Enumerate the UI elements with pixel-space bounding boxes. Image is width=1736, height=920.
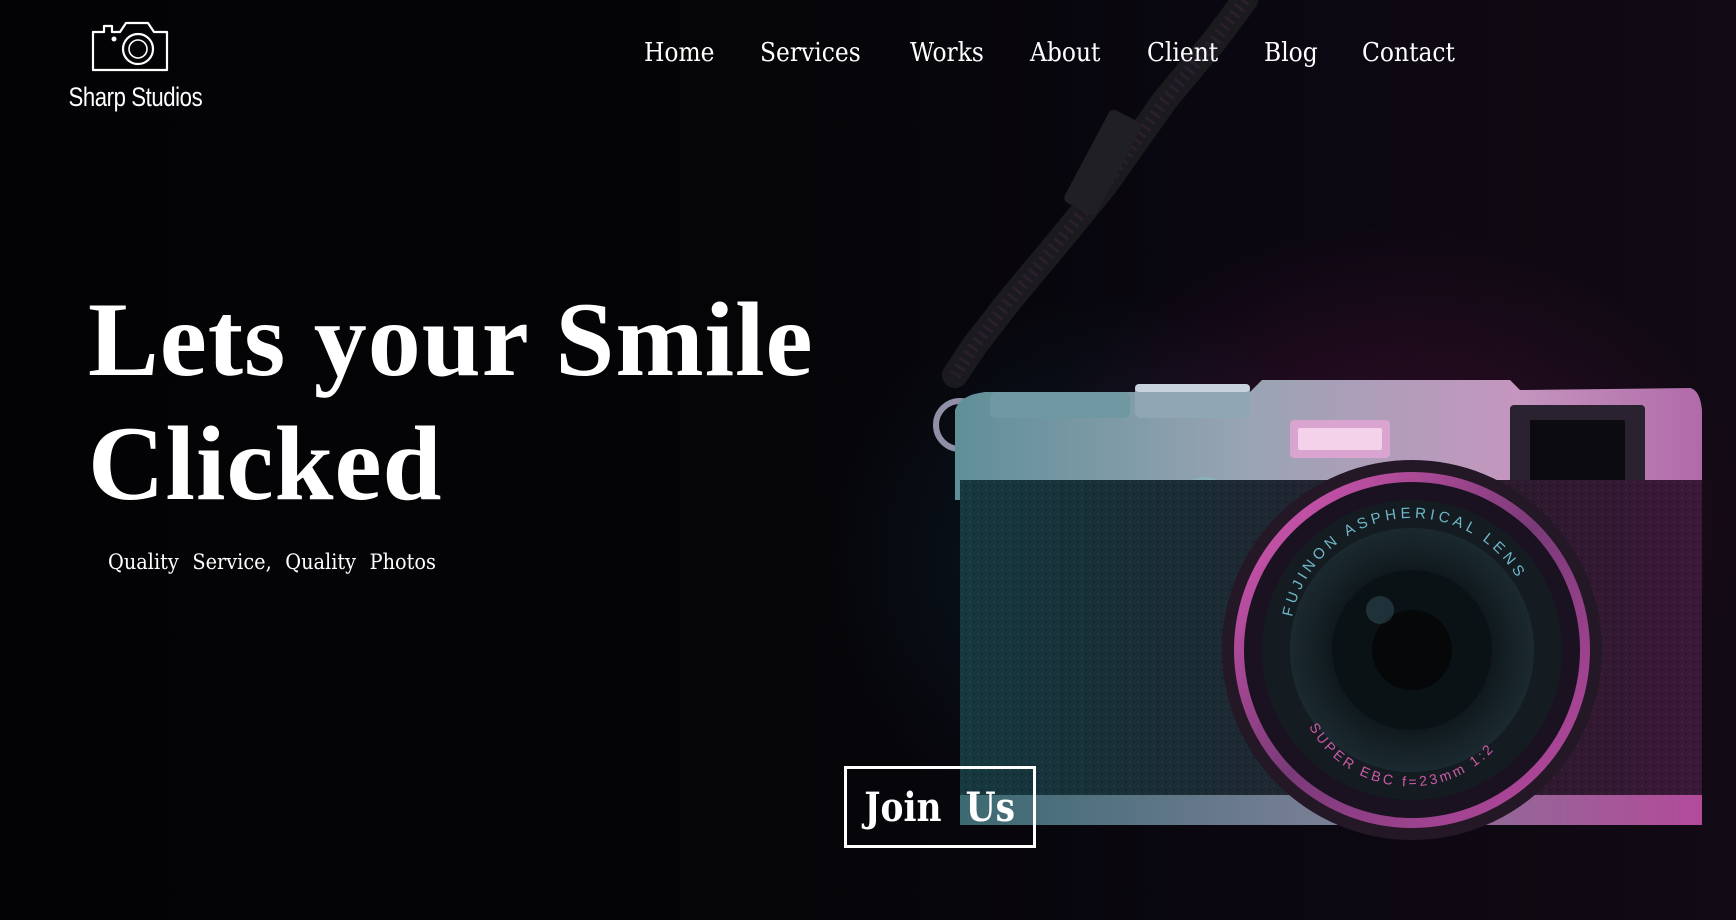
nav-item-contact[interactable]: Contact — [1362, 38, 1455, 68]
nav-item-client[interactable]: Client — [1147, 38, 1218, 68]
landing-page: FUJINON ASPHERICAL LENS SUPER EBC f=23mm… — [0, 0, 1736, 920]
camera-icon — [91, 21, 169, 72]
nav-item-home[interactable]: Home — [644, 38, 715, 68]
hero-headline-line-2: Clicked — [88, 405, 443, 522]
nav-item-blog[interactable]: Blog — [1264, 38, 1318, 68]
brand-name: Sharp Studios — [68, 82, 203, 112]
nav-item-works[interactable]: Works — [910, 38, 984, 68]
main-nav: Home Services Works About Client Blog Co… — [644, 38, 1465, 68]
hero-headline-line-1: Lets your Smile — [88, 281, 814, 398]
hero-headline: Lets your Smile Clicked — [88, 278, 814, 526]
nav-item-services[interactable]: Services — [760, 38, 861, 68]
join-us-label: Join Us — [864, 783, 1016, 831]
brand-logo[interactable]: Sharp Studios — [55, 18, 205, 113]
nav-item-about[interactable]: About — [1030, 38, 1100, 68]
hero-tagline: Quality Service, Quality Photos — [108, 550, 436, 574]
join-us-button[interactable]: Join Us — [844, 766, 1036, 848]
